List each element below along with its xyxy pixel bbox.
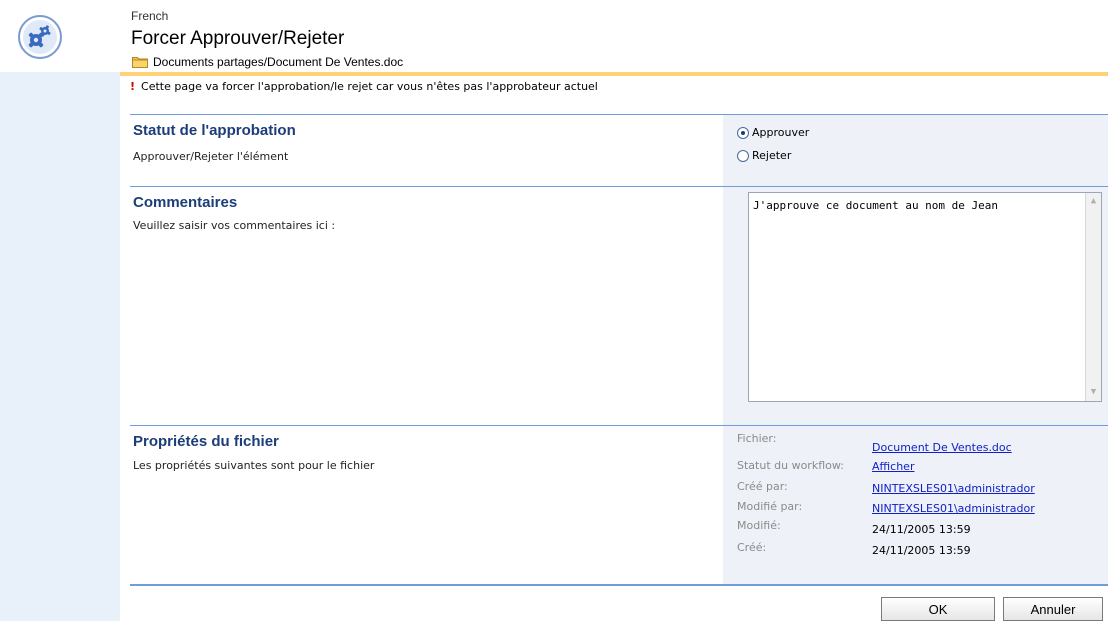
page-title: Forcer Approuver/Rejeter: [131, 28, 345, 49]
radio-approve[interactable]: Approuver: [737, 126, 809, 139]
gears-icon[interactable]: [17, 14, 63, 60]
approval-section-description: Approuver/Rejeter l'élément: [133, 150, 289, 163]
scroll-down-icon[interactable]: ▼: [1088, 387, 1099, 398]
warning-text: Cette page va forcer l'approbation/le re…: [141, 80, 598, 93]
property-label-fichier: Fichier:: [737, 432, 777, 445]
property-value-created: 24/11/2005 13:59: [872, 544, 971, 557]
comments-section-description: Veuillez saisir vos commentaires ici :: [133, 219, 336, 232]
radio-reject-label[interactable]: Rejeter: [752, 149, 791, 162]
property-value-modified: 24/11/2005 13:59: [872, 523, 971, 536]
radio-reject[interactable]: Rejeter: [737, 149, 791, 162]
ok-button[interactable]: OK: [881, 597, 995, 621]
properties-section-title: Propriétés du fichier: [133, 433, 279, 450]
property-label-modified-by: Modifié par:: [737, 500, 803, 513]
property-value-modified-by[interactable]: NINTEXSLES01\administrador: [872, 502, 1035, 515]
radio-approve-control[interactable]: [737, 126, 749, 139]
warning-icon: !: [130, 80, 136, 93]
header-divider: [120, 72, 1108, 76]
section-separator: [130, 425, 1108, 426]
radio-approve-label[interactable]: Approuver: [752, 126, 809, 139]
comments-text[interactable]: J'approuve ce document au nom de Jean: [753, 199, 998, 212]
comments-scrollbar[interactable]: ▲ ▼: [1085, 193, 1101, 401]
property-label-created-by: Créé par:: [737, 480, 788, 493]
property-value-fichier[interactable]: Document De Ventes.doc: [872, 441, 1012, 454]
property-label-workflow-status: Statut du workflow:: [737, 459, 844, 472]
breadcrumb: Documents partages/Document De Ventes.do…: [132, 55, 403, 69]
form-bottom-separator: [130, 584, 1108, 586]
comments-section-title: Commentaires: [133, 194, 238, 211]
page-header: French Forcer Approuver/Rejeter Document…: [120, 0, 1108, 72]
logo-area: [0, 0, 120, 72]
scroll-up-icon[interactable]: ▲: [1088, 196, 1099, 207]
property-label-modified: Modifié:: [737, 519, 781, 532]
cancel-button[interactable]: Annuler: [1003, 597, 1103, 621]
comments-textarea[interactable]: J'approuve ce document au nom de Jean ▲ …: [748, 192, 1102, 402]
warning-message: ! Cette page va forcer l'approbation/le …: [130, 80, 598, 93]
folder-icon: [132, 57, 148, 68]
property-value-workflow-status[interactable]: Afficher: [872, 460, 914, 473]
approval-section-title: Statut de l'approbation: [133, 122, 296, 139]
radio-reject-control[interactable]: [737, 149, 749, 162]
site-name[interactable]: French: [131, 9, 168, 23]
section-separator: [130, 114, 1108, 115]
properties-section-description: Les propriétés suivantes sont pour le fi…: [133, 459, 375, 472]
breadcrumb-path[interactable]: Documents partages/Document De Ventes.do…: [153, 55, 403, 69]
section-separator: [130, 186, 1108, 187]
left-rail: [0, 0, 120, 621]
property-value-created-by[interactable]: NINTEXSLES01\administrador: [872, 482, 1035, 495]
property-label-created: Créé:: [737, 541, 767, 554]
